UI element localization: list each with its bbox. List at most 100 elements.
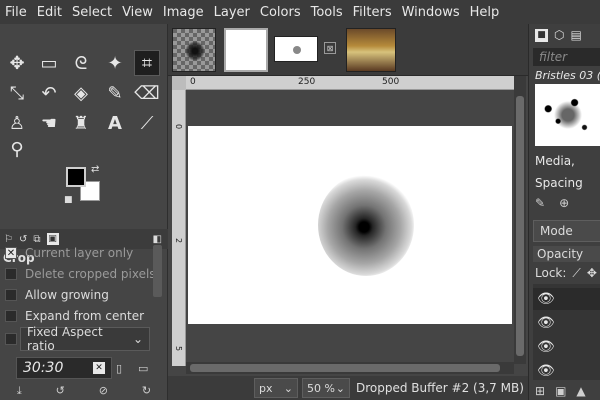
- lock-pixels-icon[interactable]: ⟋: [572, 266, 580, 281]
- new-group-icon[interactable]: ▣: [555, 384, 566, 398]
- reset-options-icon[interactable]: ↻: [142, 384, 151, 400]
- vertical-ruler[interactable]: 0 2 5: [172, 90, 186, 366]
- undo-history-tab-icon[interactable]: ⧉: [33, 234, 40, 245]
- horizontal-scroll-thumb[interactable]: [190, 364, 500, 372]
- new-brush-icon[interactable]: ⊕: [559, 196, 569, 212]
- expand-from-center-option[interactable]: Expand from center: [5, 307, 144, 325]
- portrait-icon[interactable]: ▯: [116, 362, 122, 375]
- lock-position-icon[interactable]: ✥: [587, 266, 597, 281]
- ruler-corner[interactable]: [172, 76, 186, 90]
- layer-mode-select[interactable]: Mode: [533, 220, 600, 242]
- menubar: File Edit Select View Image Layer Colors…: [0, 0, 600, 24]
- color-picker-tool-icon[interactable]: ⟋: [134, 110, 160, 136]
- allow-growing-label: Allow growing: [25, 288, 109, 302]
- menu-filters[interactable]: Filters: [353, 5, 392, 20]
- layer-row[interactable]: 👁: [533, 360, 600, 382]
- fixed-aspect-select[interactable]: Fixed Aspect ratio ⌄: [20, 325, 150, 353]
- image-tab-active[interactable]: [274, 36, 318, 62]
- ruler-label: 500: [382, 77, 400, 87]
- clone-tool-icon[interactable]: ♙: [4, 110, 30, 136]
- statusbar: px ⌄ 50 % ⌄ Dropped Buffer #2 (3,7 MB): [168, 376, 528, 400]
- layer-lock-row: Lock: ⟋ ✥: [535, 266, 597, 281]
- menu-view[interactable]: View: [122, 5, 153, 20]
- brushes-tab-icon[interactable]: ■: [535, 28, 548, 42]
- configure-tab-icon[interactable]: ◧: [153, 234, 162, 245]
- expand-from-center-checkbox[interactable]: [5, 310, 17, 322]
- unit-select[interactable]: px ⌄: [254, 378, 298, 398]
- brush-thumbnail-shape: [185, 41, 205, 61]
- dodge-tool-icon[interactable]: ♜: [68, 110, 94, 136]
- unit-value: px: [259, 381, 273, 395]
- menu-tools[interactable]: Tools: [311, 5, 343, 20]
- canvas-vertical-scrollbar[interactable]: [514, 76, 526, 364]
- allow-growing-option[interactable]: Allow growing: [5, 286, 109, 304]
- brush-filter-input[interactable]: filter: [533, 48, 600, 66]
- image-tabs-bar: ⊠: [168, 24, 528, 76]
- current-layer-only-option[interactable]: ✕ Current layer only: [5, 244, 133, 262]
- menu-edit[interactable]: Edit: [37, 5, 62, 20]
- chevron-down-icon: ⌄: [132, 332, 143, 346]
- fuzzy-select-tool-icon[interactable]: ✦: [102, 50, 128, 76]
- text-tool-icon[interactable]: A: [102, 110, 128, 136]
- layer-row[interactable]: 👁: [533, 336, 600, 358]
- crop-tool-icon[interactable]: ⌗: [134, 50, 160, 76]
- raise-layer-icon[interactable]: ▲: [576, 384, 585, 398]
- tool-options-scrollbar[interactable]: [153, 245, 162, 297]
- zoom-tool-icon[interactable]: ⚲: [4, 136, 30, 162]
- brush-spacing-label[interactable]: Spacing: [535, 176, 583, 190]
- default-colors-icon[interactable]: ■: [64, 195, 73, 205]
- paintbrush-tool-icon[interactable]: ✎: [102, 80, 128, 106]
- close-image-icon[interactable]: ⊠: [324, 42, 336, 54]
- device-status-tab-icon[interactable]: ↺: [19, 234, 27, 245]
- fonts-tab-icon[interactable]: ▤: [570, 28, 581, 42]
- eye-icon[interactable]: 👁: [537, 339, 555, 355]
- current-layer-only-label: Current layer only: [25, 246, 134, 260]
- layer-row[interactable]: 👁: [533, 288, 600, 310]
- image-tab-white[interactable]: [224, 28, 268, 72]
- swap-colors-icon[interactable]: ⇄: [91, 164, 99, 175]
- image-tab-photo[interactable]: [346, 28, 396, 72]
- menu-windows[interactable]: Windows: [402, 5, 460, 20]
- brush-preview[interactable]: [535, 84, 600, 146]
- image-tab-brush[interactable]: [172, 28, 216, 72]
- patterns-tab-icon[interactable]: ⬡: [554, 28, 564, 42]
- smudge-tool-icon[interactable]: ☚: [36, 110, 62, 136]
- current-layer-only-checkbox[interactable]: ✕: [5, 247, 17, 259]
- eye-icon[interactable]: 👁: [537, 315, 555, 331]
- menu-layer[interactable]: Layer: [214, 5, 250, 20]
- landscape-icon[interactable]: ▭: [138, 362, 148, 375]
- delete-options-icon[interactable]: ⊘: [99, 384, 108, 400]
- tool-options-tab-icon[interactable]: ⚐: [4, 234, 13, 245]
- vertical-scroll-thumb[interactable]: [516, 96, 524, 356]
- delete-cropped-pixels-option[interactable]: Delete cropped pixels: [5, 265, 156, 283]
- allow-growing-checkbox[interactable]: [5, 289, 17, 301]
- menu-help[interactable]: Help: [470, 5, 500, 20]
- eraser-tool-icon[interactable]: ⌫: [134, 80, 160, 106]
- new-layer-icon[interactable]: ⊞: [535, 384, 545, 398]
- fixed-checkbox[interactable]: [5, 333, 17, 345]
- lasso-tool-icon[interactable]: ᘓ: [68, 50, 94, 76]
- edit-brush-icon[interactable]: ✎: [535, 196, 545, 212]
- eye-icon[interactable]: 👁: [537, 291, 555, 307]
- rect-select-tool-icon[interactable]: ▭: [36, 50, 62, 76]
- menu-colors[interactable]: Colors: [260, 5, 301, 20]
- foreground-color-swatch[interactable]: [66, 167, 86, 187]
- unified-transform-tool-icon[interactable]: ⤡: [4, 80, 30, 106]
- save-options-icon[interactable]: ⤓: [17, 384, 22, 400]
- layer-opacity-field[interactable]: Opacity: [533, 246, 600, 262]
- menu-select[interactable]: Select: [72, 5, 112, 20]
- move-tool-icon[interactable]: ✥: [4, 50, 30, 76]
- zoom-select[interactable]: 50 % ⌄: [302, 378, 350, 398]
- menu-image[interactable]: Image: [163, 5, 204, 20]
- delete-cropped-pixels-checkbox[interactable]: [5, 268, 17, 280]
- canvas-horizontal-scrollbar[interactable]: [186, 362, 514, 374]
- restore-options-icon[interactable]: ↺: [56, 384, 65, 400]
- bucket-fill-tool-icon[interactable]: ◈: [68, 80, 94, 106]
- warp-transform-tool-icon[interactable]: ↶: [36, 80, 62, 106]
- clear-ratio-icon[interactable]: ✕: [93, 362, 105, 374]
- layer-row[interactable]: 👁: [533, 312, 600, 334]
- eye-icon[interactable]: 👁: [537, 363, 555, 379]
- chevron-down-icon: ⌄: [335, 381, 345, 395]
- menu-file[interactable]: File: [5, 5, 27, 20]
- horizontal-ruler[interactable]: 0 250 500: [186, 76, 514, 90]
